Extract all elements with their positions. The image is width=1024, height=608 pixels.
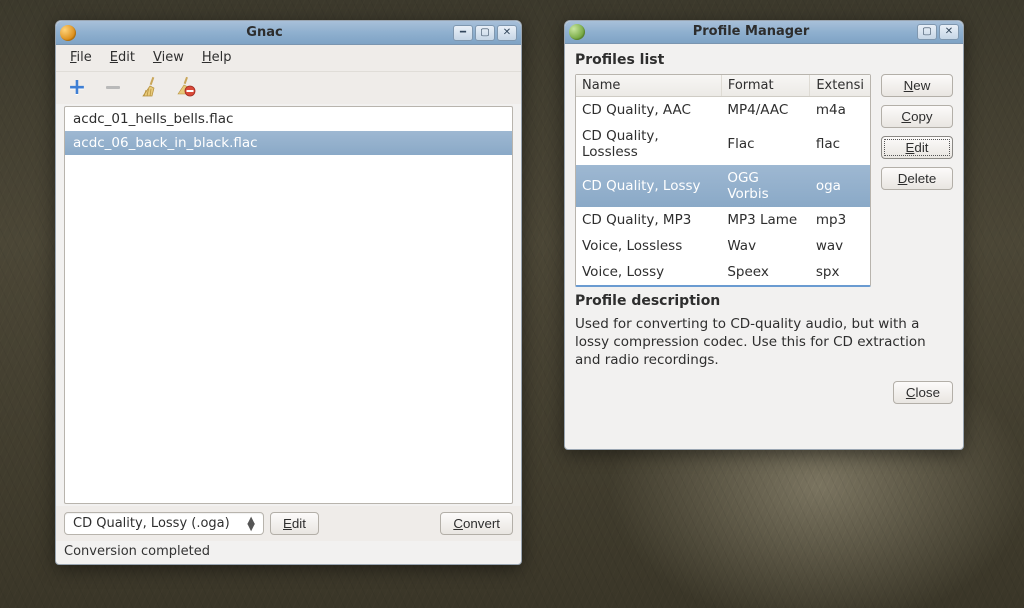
status-bar: Conversion completed bbox=[56, 541, 521, 564]
close-button[interactable]: ✕ bbox=[939, 24, 959, 40]
close-button[interactable]: ✕ bbox=[497, 25, 517, 41]
edit-profile-button[interactable]: Edit bbox=[881, 136, 953, 159]
menu-edit[interactable]: Edit bbox=[102, 48, 143, 67]
menu-file[interactable]: File bbox=[62, 48, 100, 67]
col-name[interactable]: Name bbox=[576, 75, 721, 97]
profile-description-label: Profile description bbox=[575, 293, 953, 309]
menu-help[interactable]: Help bbox=[194, 48, 240, 67]
profiles-table[interactable]: Name Format Extensi CD Quality, AAC MP4/… bbox=[575, 74, 871, 287]
gnac-title: Gnac bbox=[82, 25, 447, 40]
copy-profile-button[interactable]: Copy bbox=[881, 105, 953, 128]
combo-spinner-icon[interactable]: ▲▼ bbox=[243, 517, 259, 531]
remove-file-icon[interactable] bbox=[102, 76, 124, 98]
file-row[interactable]: acdc_01_hells_bells.flac bbox=[65, 107, 512, 131]
col-extension[interactable]: Extensi bbox=[810, 75, 870, 97]
file-list[interactable]: acdc_01_hells_bells.flac acdc_06_back_in… bbox=[64, 106, 513, 504]
pm-titlebar[interactable]: Profile Manager ▢ ✕ bbox=[565, 21, 963, 44]
clear-errors-icon[interactable] bbox=[174, 76, 196, 98]
add-file-icon[interactable]: + bbox=[66, 76, 88, 98]
profile-row[interactable]: CD Quality, Lossy OGG Vorbis oga bbox=[576, 165, 870, 207]
profile-description-text: Used for converting to CD-quality audio,… bbox=[575, 315, 953, 370]
menubar: File Edit View Help bbox=[56, 45, 521, 72]
profile-manager-window: Profile Manager ▢ ✕ Profiles list Name F… bbox=[564, 20, 964, 450]
profile-row[interactable]: Voice, Lossless Wav wav bbox=[576, 233, 870, 259]
profile-row[interactable]: CD Quality, AAC MP4/AAC m4a bbox=[576, 96, 870, 123]
profile-row[interactable]: CD Quality, Lossless Flac flac bbox=[576, 123, 870, 165]
new-profile-button[interactable]: New bbox=[881, 74, 953, 97]
bottom-bar: CD Quality, Lossy (.oga) ▲▼ Edit Convert bbox=[56, 506, 521, 541]
gnac-window: Gnac ━ ▢ ✕ File Edit View Help + bbox=[55, 20, 522, 565]
clear-list-icon[interactable] bbox=[138, 76, 160, 98]
edit-profile-button[interactable]: Edit bbox=[270, 512, 319, 535]
col-format[interactable]: Format bbox=[721, 75, 810, 97]
profile-combo[interactable]: CD Quality, Lossy (.oga) ▲▼ bbox=[64, 512, 264, 535]
profile-row[interactable]: CD Quality, MP3 MP3 Lame mp3 bbox=[576, 207, 870, 233]
minimize-button[interactable]: ━ bbox=[453, 25, 473, 41]
maximize-button[interactable]: ▢ bbox=[475, 25, 495, 41]
toolbar: + bbox=[56, 72, 521, 104]
convert-button[interactable]: Convert bbox=[440, 512, 513, 535]
pm-title: Profile Manager bbox=[591, 24, 911, 39]
pm-app-icon bbox=[569, 24, 585, 40]
maximize-button[interactable]: ▢ bbox=[917, 24, 937, 40]
file-row[interactable]: acdc_06_back_in_black.flac bbox=[65, 131, 512, 155]
close-profile-manager-button[interactable]: Close bbox=[893, 381, 953, 404]
menu-view[interactable]: View bbox=[145, 48, 192, 67]
profiles-list-label: Profiles list bbox=[575, 52, 953, 68]
profile-row[interactable]: Voice, Lossy Speex spx bbox=[576, 259, 870, 285]
profile-combo-label: CD Quality, Lossy (.oga) bbox=[73, 516, 243, 531]
delete-profile-button[interactable]: Delete bbox=[881, 167, 953, 190]
gnac-titlebar[interactable]: Gnac ━ ▢ ✕ bbox=[56, 21, 521, 45]
gnac-app-icon bbox=[60, 25, 76, 41]
